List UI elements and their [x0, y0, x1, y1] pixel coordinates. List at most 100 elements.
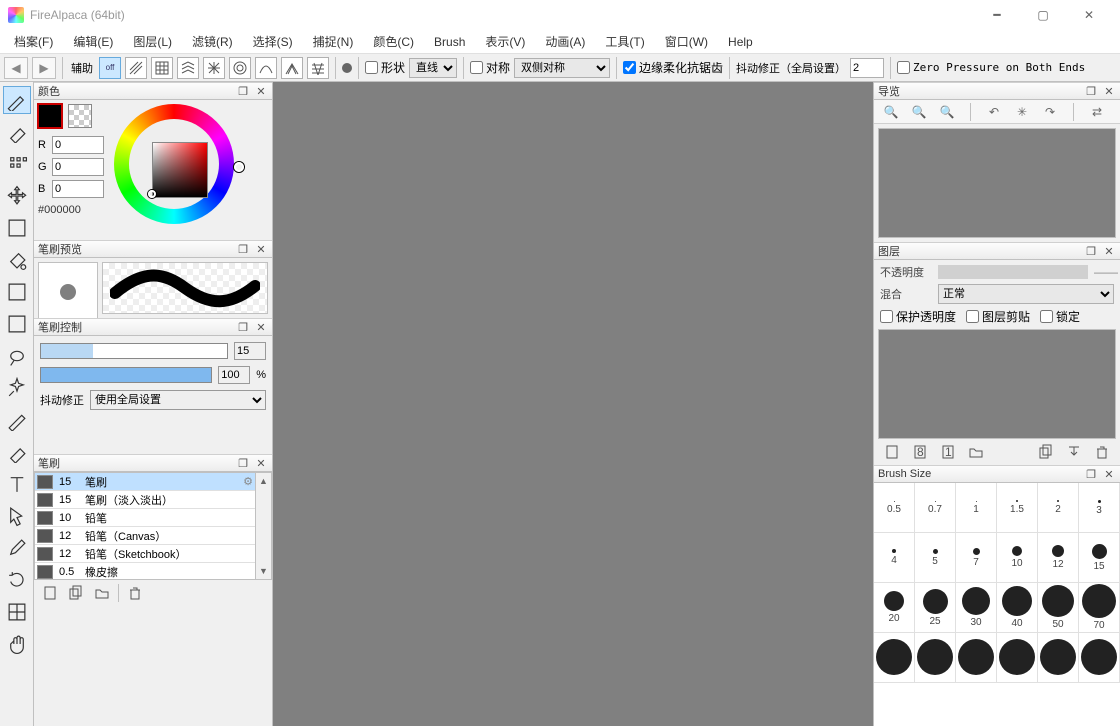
snap-concentric-button[interactable]: [229, 57, 251, 79]
maximize-button[interactable]: ▢: [1020, 0, 1066, 30]
brush-size-cell[interactable]: 0.5: [874, 483, 915, 533]
history-fwd-button[interactable]: ▶: [32, 57, 56, 79]
tool-move[interactable]: [3, 182, 31, 210]
brush-list-item[interactable]: 15笔刷（淡入淡出）: [35, 491, 255, 509]
brush-tip-indicator[interactable]: [342, 63, 352, 73]
symmetry-select[interactable]: 双侧对称: [514, 58, 610, 78]
undock-icon[interactable]: ❐: [236, 456, 250, 470]
brush-size-cell[interactable]: 70: [1079, 583, 1120, 633]
zoom-in-icon[interactable]: 🔍: [882, 103, 900, 121]
tool-hand[interactable]: [3, 630, 31, 658]
brush-list-item[interactable]: 0.5橡皮擦: [35, 563, 255, 580]
brush-size-slider[interactable]: [40, 343, 228, 359]
zoom-fit-icon[interactable]: 🔍: [938, 103, 956, 121]
shape-select[interactable]: 直线: [409, 58, 457, 78]
duplicate-brush-button[interactable]: [66, 583, 86, 603]
close-icon[interactable]: ✕: [1102, 467, 1116, 481]
brush-size-cell[interactable]: 10: [997, 533, 1038, 583]
undock-icon[interactable]: ❐: [236, 84, 250, 98]
background-swatch[interactable]: [68, 104, 92, 128]
shake-value-input[interactable]: [850, 58, 884, 78]
close-icon[interactable]: ✕: [254, 456, 268, 470]
menu-item[interactable]: 档案(F): [4, 30, 63, 53]
undock-icon[interactable]: ❐: [1084, 467, 1098, 481]
menu-item[interactable]: 滤镜(R): [182, 30, 243, 53]
brush-size-value[interactable]: 15: [234, 342, 266, 360]
tool-select-eraser[interactable]: [3, 438, 31, 466]
brush-size-cell[interactable]: 12: [1038, 533, 1079, 583]
tool-eyedropper[interactable]: [3, 534, 31, 562]
brush-list-item[interactable]: 15笔刷⚙: [35, 473, 255, 491]
brush-size-cell[interactable]: [1079, 633, 1120, 683]
protect-alpha-checkbox[interactable]: 保护透明度: [880, 308, 956, 325]
undock-icon[interactable]: ❐: [236, 242, 250, 256]
brush-folder-button[interactable]: [92, 583, 112, 603]
r-input[interactable]: [52, 136, 104, 154]
brush-opacity-value[interactable]: 100: [218, 366, 250, 384]
new-layer-button[interactable]: [882, 442, 902, 462]
brush-list-item[interactable]: 10铅笔: [35, 509, 255, 527]
rotate-ccw-icon[interactable]: ↶: [985, 103, 1003, 121]
menu-item[interactable]: 图层(L): [123, 30, 182, 53]
foreground-swatch[interactable]: [38, 104, 62, 128]
brush-size-cell[interactable]: 2: [1038, 483, 1079, 533]
delete-layer-button[interactable]: [1092, 442, 1112, 462]
symmetry-checkbox[interactable]: 对称: [470, 59, 510, 76]
undock-icon[interactable]: ❐: [236, 320, 250, 334]
blend-select[interactable]: 正常: [938, 284, 1114, 304]
shake-correct-select[interactable]: 使用全局设置: [90, 390, 266, 410]
menu-item[interactable]: 工具(T): [595, 30, 654, 53]
brush-size-cell[interactable]: 4: [874, 533, 915, 583]
tool-dotbrush[interactable]: [3, 150, 31, 178]
history-back-button[interactable]: ◀: [4, 57, 28, 79]
tool-brush[interactable]: [3, 86, 31, 114]
navigator-view[interactable]: [878, 128, 1116, 238]
lock-checkbox[interactable]: 锁定: [1040, 308, 1080, 325]
scroll-down-icon[interactable]: ▼: [256, 563, 271, 579]
brush-size-cell[interactable]: 1: [956, 483, 997, 533]
brush-list-scrollbar[interactable]: ▲ ▼: [255, 473, 271, 579]
duplicate-layer-button[interactable]: [1036, 442, 1056, 462]
brush-list[interactable]: ▲ ▼ 15笔刷⚙15笔刷（淡入淡出）10铅笔12铅笔（Canvas）12铅笔（…: [34, 472, 272, 580]
tool-select-lasso[interactable]: [3, 342, 31, 370]
close-icon[interactable]: ✕: [254, 84, 268, 98]
brush-size-cell[interactable]: [874, 633, 915, 683]
menu-item[interactable]: 捕捉(N): [303, 30, 364, 53]
brush-size-cell[interactable]: [956, 633, 997, 683]
menu-item[interactable]: 编辑(E): [63, 30, 123, 53]
tool-eraser[interactable]: [3, 118, 31, 146]
new-8bit-layer-button[interactable]: 8: [910, 442, 930, 462]
flip-icon[interactable]: ⇄: [1088, 103, 1106, 121]
tool-select-pen[interactable]: [3, 406, 31, 434]
brush-size-cell[interactable]: 3: [1079, 483, 1120, 533]
tool-fill-shape[interactable]: [3, 214, 31, 242]
canvas-area[interactable]: [273, 82, 873, 726]
minimize-button[interactable]: ━: [974, 0, 1020, 30]
snap-vanishing-button[interactable]: [281, 57, 303, 79]
g-input[interactable]: [52, 158, 104, 176]
brush-size-cell[interactable]: 7: [956, 533, 997, 583]
brush-size-cell[interactable]: 50: [1038, 583, 1079, 633]
brush-size-cell[interactable]: 20: [874, 583, 915, 633]
brush-size-cell[interactable]: 30: [956, 583, 997, 633]
menu-item[interactable]: 表示(V): [475, 30, 535, 53]
tool-divide[interactable]: [3, 598, 31, 626]
shape-checkbox[interactable]: 形状: [365, 59, 405, 76]
menu-item[interactable]: 颜色(C): [363, 30, 424, 53]
menu-item[interactable]: 选择(S): [243, 30, 303, 53]
snap-grid-button[interactable]: [151, 57, 173, 79]
menu-item[interactable]: Brush: [424, 32, 475, 52]
tool-hand-rotate[interactable]: [3, 566, 31, 594]
zoom-out-icon[interactable]: 🔍: [910, 103, 928, 121]
layer-list[interactable]: [878, 329, 1116, 439]
undock-icon[interactable]: ❐: [1084, 84, 1098, 98]
menu-item[interactable]: Help: [718, 32, 763, 52]
tool-text[interactable]: [3, 470, 31, 498]
snap-radial-button[interactable]: [203, 57, 225, 79]
brush-list-item[interactable]: 12铅笔（Sketchbook）: [35, 545, 255, 563]
close-icon[interactable]: ✕: [1102, 244, 1116, 258]
opacity-slider[interactable]: [938, 265, 1088, 279]
zero-pressure-checkbox[interactable]: Zero Pressure on Both Ends: [897, 61, 1085, 74]
scroll-up-icon[interactable]: ▲: [256, 473, 271, 489]
merge-layer-button[interactable]: [1064, 442, 1084, 462]
